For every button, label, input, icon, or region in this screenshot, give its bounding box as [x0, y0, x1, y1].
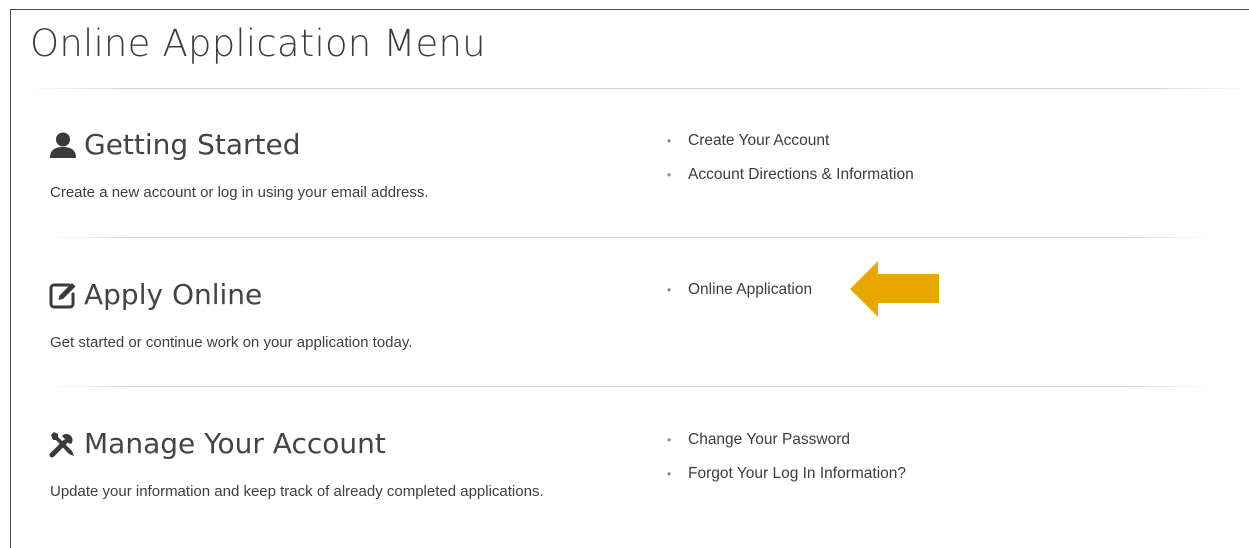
- forgot-login-link[interactable]: Forgot Your Log In Information?: [688, 465, 906, 483]
- list-item: • Online Application: [667, 273, 812, 307]
- section-description: Create a new account or log in using you…: [50, 184, 429, 201]
- section-title: Getting Started: [84, 128, 301, 161]
- bullet-icon: •: [667, 467, 672, 481]
- list-item: • Forgot Your Log In Information?: [667, 457, 906, 491]
- list-item: • Account Directions & Information: [667, 158, 914, 192]
- edit-icon: [48, 280, 78, 310]
- page-title: Online Application Menu: [30, 22, 486, 65]
- online-application-link[interactable]: Online Application: [688, 281, 812, 299]
- link-list: • Change Your Password • Forgot Your Log…: [667, 423, 906, 491]
- bullet-icon: •: [667, 168, 672, 182]
- section-description: Get started or continue work on your app…: [50, 334, 413, 351]
- user-icon: [48, 130, 78, 160]
- create-account-link[interactable]: Create Your Account: [688, 132, 829, 150]
- section-header: Manage Your Account: [48, 427, 386, 460]
- change-password-link[interactable]: Change Your Password: [688, 431, 850, 449]
- section-title: Apply Online: [84, 278, 263, 311]
- section-description: Update your information and keep track o…: [50, 483, 544, 500]
- section-header: Apply Online: [48, 278, 262, 311]
- bullet-icon: •: [667, 134, 672, 148]
- section-divider: [50, 386, 1210, 387]
- list-item: • Create Your Account: [667, 124, 914, 158]
- tools-icon: [48, 429, 78, 459]
- title-divider: [30, 88, 1249, 89]
- account-directions-link[interactable]: Account Directions & Information: [688, 166, 914, 184]
- link-list: • Create Your Account • Account Directio…: [667, 124, 914, 192]
- arrow-left-icon: [850, 261, 939, 317]
- section-divider: [50, 237, 1210, 238]
- section-header: Getting Started: [48, 128, 300, 161]
- section-title: Manage Your Account: [84, 427, 386, 460]
- list-item: • Change Your Password: [667, 423, 906, 457]
- link-list: • Online Application: [667, 273, 812, 307]
- bullet-icon: •: [667, 433, 672, 447]
- bullet-icon: •: [667, 283, 672, 297]
